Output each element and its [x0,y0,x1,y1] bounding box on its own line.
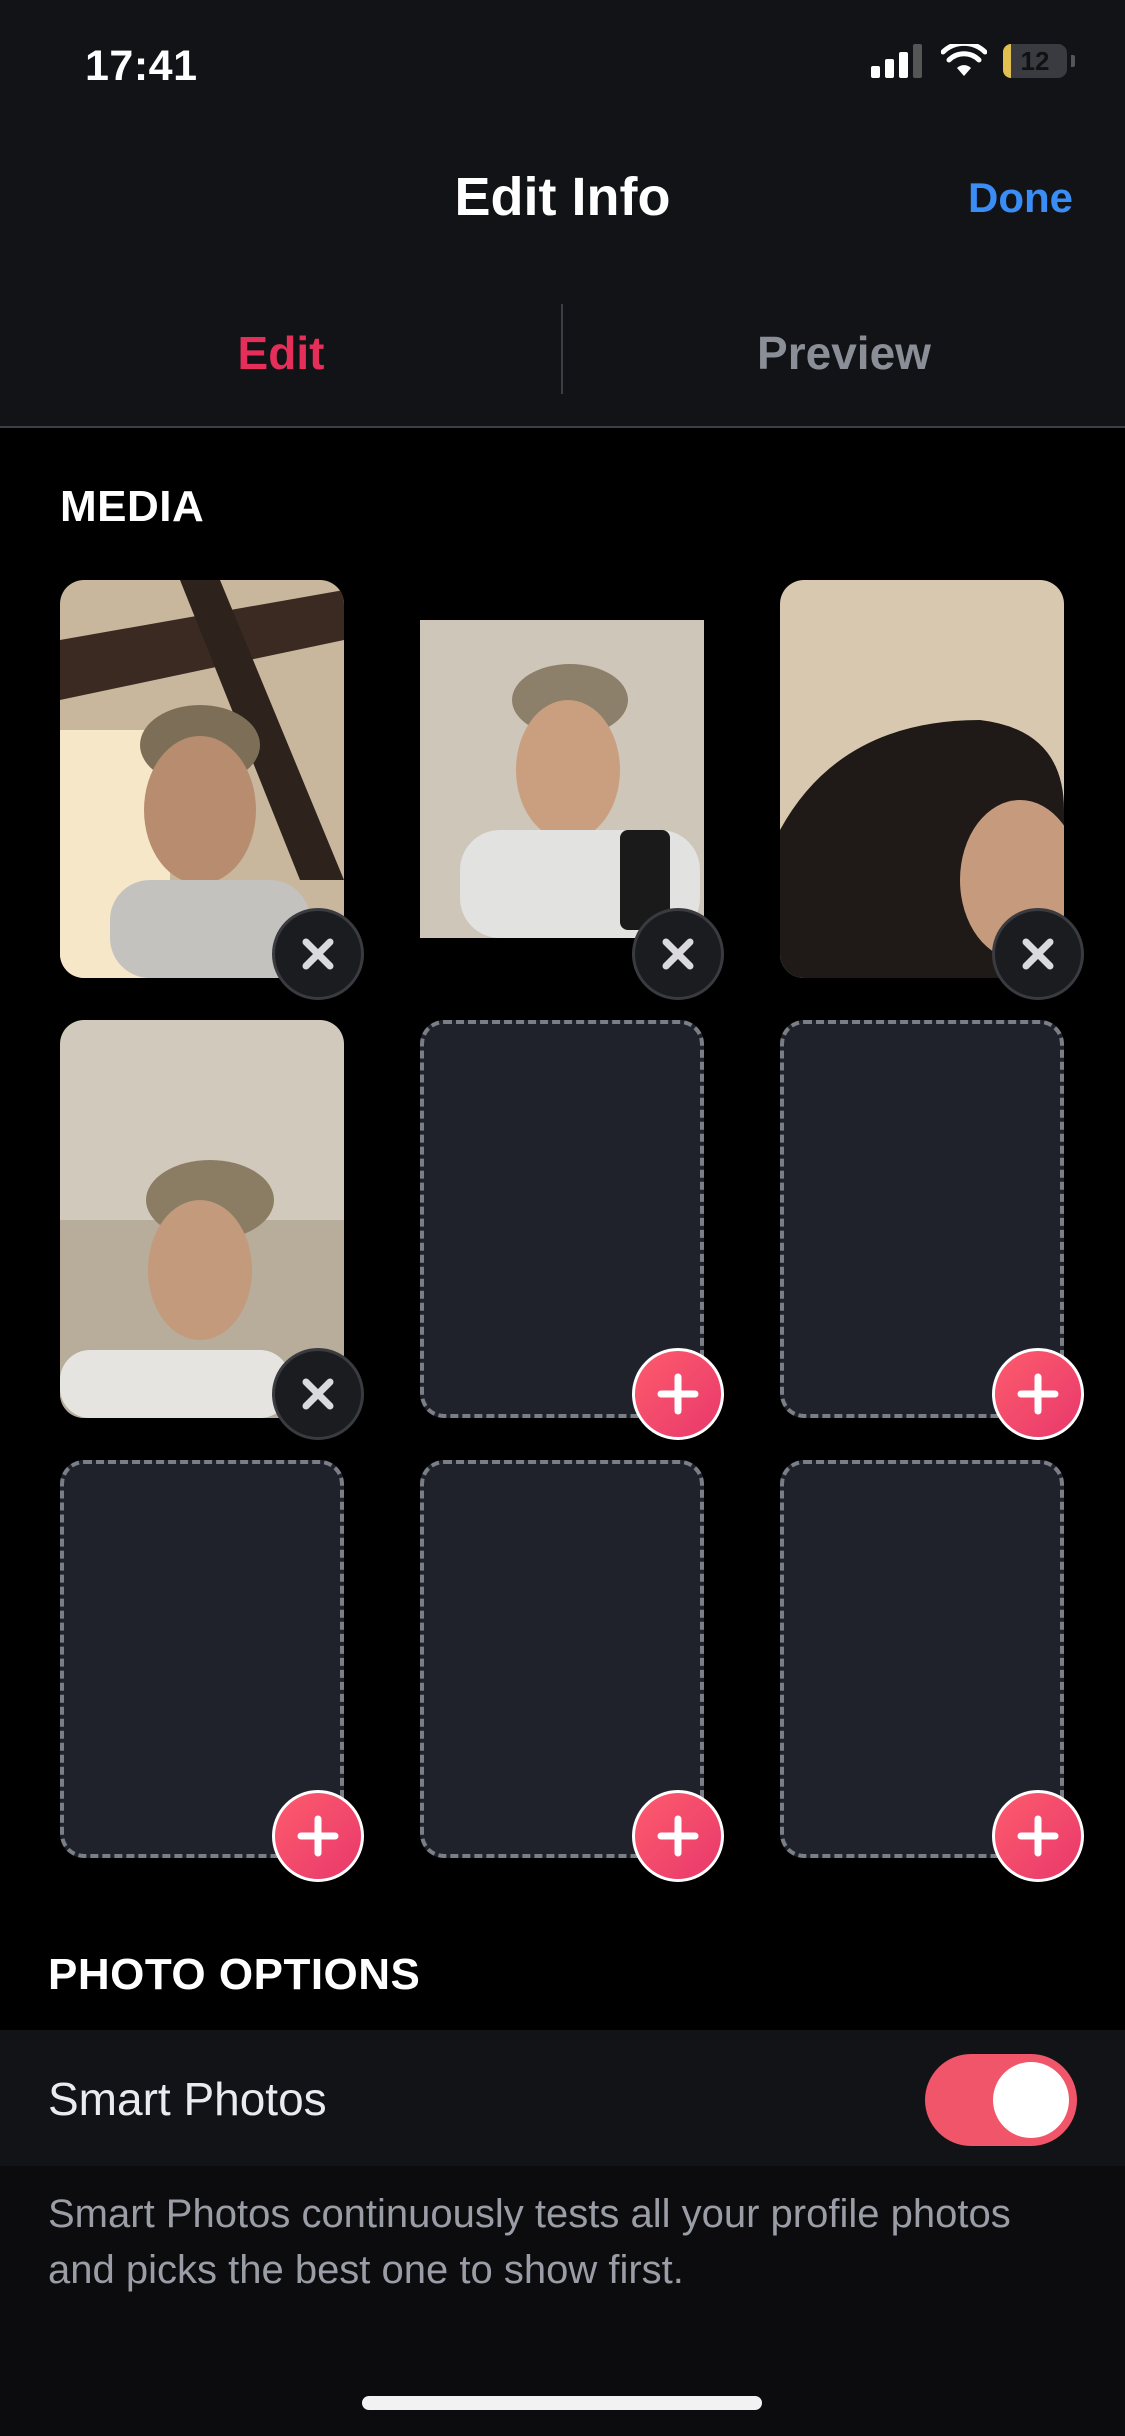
status-time: 17:41 [85,42,198,90]
battery-level: 12 [1020,45,1050,76]
signal-icon [871,44,922,78]
plus-icon [1017,1815,1059,1857]
close-icon [1022,938,1054,970]
add-photo-8-button[interactable] [632,1790,724,1882]
page-title: Edit Info [454,167,671,227]
photo-options-section-title: PHOTO OPTIONS [48,1950,421,1999]
plus-icon [657,1815,699,1857]
photo-2-image [420,620,704,938]
smart-photos-label: Smart Photos [48,2073,327,2125]
remove-photo-2-button[interactable] [632,908,724,1000]
smart-photos-description: Smart Photos continuously tests all your… [48,2192,1011,2292]
close-icon [302,1378,334,1410]
add-photo-6-button[interactable] [992,1348,1084,1440]
status-bar: 17:41 12 [0,0,1125,140]
tab-preview[interactable]: Preview [563,280,1125,426]
wifi-icon [941,44,987,76]
close-icon [302,938,334,970]
remove-photo-3-button[interactable] [992,908,1084,1000]
navigation-header: Edit Info Done [0,140,1125,300]
close-icon [662,938,694,970]
plus-icon [657,1373,699,1415]
add-photo-7-button[interactable] [272,1790,364,1882]
done-button[interactable]: Done [968,174,1073,222]
add-photo-9-button[interactable] [992,1790,1084,1882]
media-section-title: MEDIA [60,482,205,531]
home-indicator [362,2396,762,2410]
plus-icon [297,1815,339,1857]
smart-photos-toggle[interactable] [925,2054,1077,2146]
smart-photos-row: Smart Photos [0,2030,1125,2166]
plus-icon [1017,1373,1059,1415]
remove-photo-4-button[interactable] [272,1348,364,1440]
status-icons: 12 [871,44,1075,78]
tab-edit[interactable]: Edit [0,280,562,426]
edit-preview-tabs: Edit Preview [0,280,1125,428]
media-photo-2[interactable] [420,620,704,938]
battery-cap [1071,55,1075,67]
battery-icon: 12 [1003,44,1067,78]
remove-photo-1-button[interactable] [272,908,364,1000]
add-photo-5-button[interactable] [632,1348,724,1440]
toggle-knob [993,2062,1069,2138]
